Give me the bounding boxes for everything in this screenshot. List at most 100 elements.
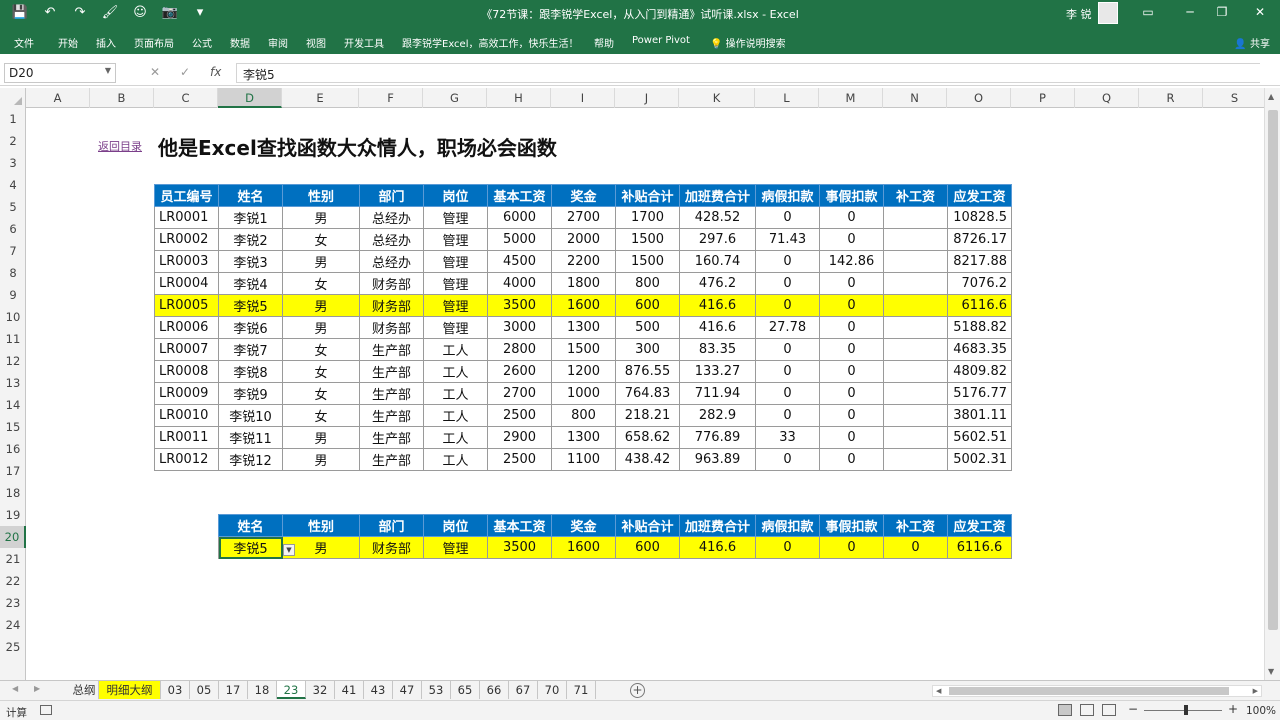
table-cell[interactable]: 男 (282, 448, 360, 471)
enter-icon[interactable]: ✓ (180, 65, 190, 79)
table-cell[interactable]: 0 (755, 360, 820, 383)
lookup-header-cell[interactable]: 补工资 (883, 514, 948, 537)
column-header-n[interactable]: N (883, 88, 947, 108)
table-cell[interactable]: 1500 (615, 250, 680, 273)
table-cell[interactable]: 0 (755, 294, 820, 317)
table-cell[interactable]: 2500 (487, 448, 552, 471)
table-cell[interactable]: LR0011 (154, 426, 219, 449)
table-cell[interactable]: 女 (282, 338, 360, 361)
table-cell[interactable]: LR0007 (154, 338, 219, 361)
page-layout-view-icon[interactable] (1080, 704, 1094, 716)
table-cell[interactable]: 工人 (423, 382, 488, 405)
row-header-15[interactable]: 15 (0, 416, 26, 438)
table-cell[interactable]: 2000 (551, 228, 616, 251)
table-cell[interactable]: 工人 (423, 360, 488, 383)
table-cell[interactable]: LR0009 (154, 382, 219, 405)
table-cell[interactable]: 500 (615, 316, 680, 339)
lookup-cell[interactable]: 0 (755, 536, 820, 559)
tab-data[interactable]: 数据 (230, 35, 250, 50)
table-cell[interactable]: 工人 (423, 404, 488, 427)
row-header-9[interactable]: 9 (0, 284, 26, 306)
table-cell[interactable]: 1500 (615, 228, 680, 251)
table-cell[interactable]: 李锐11 (218, 426, 283, 449)
table-cell[interactable]: LR0010 (154, 404, 219, 427)
table-cell[interactable]: 3801.11 (947, 404, 1012, 427)
table-cell[interactable]: 800 (551, 404, 616, 427)
table-cell[interactable]: 5000 (487, 228, 552, 251)
table-header-cell[interactable]: 性别 (282, 184, 360, 207)
table-cell[interactable]: 管理 (423, 294, 488, 317)
table-cell[interactable]: 416.6 (679, 316, 756, 339)
table-cell[interactable]: 0 (819, 206, 884, 229)
table-cell[interactable] (883, 228, 948, 251)
table-cell[interactable]: 生产部 (359, 404, 424, 427)
table-cell[interactable]: 总经办 (359, 206, 424, 229)
table-cell[interactable]: 女 (282, 382, 360, 405)
avatar[interactable] (1098, 2, 1118, 24)
table-cell[interactable]: 476.2 (679, 272, 756, 295)
table-cell[interactable] (883, 294, 948, 317)
table-cell[interactable]: 5002.31 (947, 448, 1012, 471)
back-to-index-link[interactable]: 返回目录 (98, 138, 142, 154)
tab-review[interactable]: 审阅 (268, 35, 288, 50)
table-cell[interactable]: 李锐4 (218, 272, 283, 295)
zoom-level[interactable]: 100% (1246, 705, 1276, 717)
row-header-16[interactable]: 16 (0, 438, 26, 460)
table-cell[interactable]: 李锐6 (218, 316, 283, 339)
table-cell[interactable]: 0 (819, 294, 884, 317)
table-cell[interactable]: 男 (282, 250, 360, 273)
column-header-i[interactable]: I (551, 88, 615, 108)
table-cell[interactable]: 女 (282, 228, 360, 251)
table-cell[interactable]: 6116.6 (947, 294, 1012, 317)
table-cell[interactable]: 2500 (487, 404, 552, 427)
table-cell[interactable]: 男 (282, 206, 360, 229)
table-cell[interactable]: 李锐2 (218, 228, 283, 251)
page-break-view-icon[interactable] (1102, 704, 1116, 716)
tell-me-search[interactable]: 💡 操作说明搜索 (710, 35, 786, 50)
name-box[interactable]: D20 ▼ (4, 63, 116, 83)
tab-formulas[interactable]: 公式 (192, 35, 212, 50)
table-cell[interactable]: 4000 (487, 272, 552, 295)
table-header-cell[interactable]: 病假扣款 (755, 184, 820, 207)
lookup-cell[interactable]: 6116.6 (947, 536, 1012, 559)
table-cell[interactable]: 2800 (487, 338, 552, 361)
table-cell[interactable]: 27.78 (755, 316, 820, 339)
formula-input[interactable]: 李锐5 (236, 63, 1260, 83)
row-header-23[interactable]: 23 (0, 592, 26, 614)
row-header-5[interactable]: 5 (0, 196, 26, 218)
tab-view[interactable]: 视图 (306, 35, 326, 50)
table-cell[interactable]: 142.86 (819, 250, 884, 273)
row-header-24[interactable]: 24 (0, 614, 26, 636)
lookup-header-cell[interactable]: 性别 (282, 514, 360, 537)
row-header-7[interactable]: 7 (0, 240, 26, 262)
table-cell[interactable]: 1500 (551, 338, 616, 361)
table-cell[interactable] (883, 404, 948, 427)
table-cell[interactable]: 工人 (423, 426, 488, 449)
column-header-e[interactable]: E (282, 88, 359, 108)
tab-home[interactable]: 开始 (58, 35, 78, 50)
lookup-header-cell[interactable]: 姓名 (218, 514, 283, 537)
scroll-up-icon[interactable]: ▲ (1268, 92, 1274, 101)
table-cell[interactable]: 李锐10 (218, 404, 283, 427)
table-header-cell[interactable]: 补贴合计 (615, 184, 680, 207)
table-header-cell[interactable]: 补工资 (883, 184, 948, 207)
table-cell[interactable]: 财务部 (359, 316, 424, 339)
table-cell[interactable]: 生产部 (359, 338, 424, 361)
table-cell[interactable]: 218.21 (615, 404, 680, 427)
table-cell[interactable]: 2700 (551, 206, 616, 229)
tab-scroll-left-icon[interactable]: ◀ (12, 684, 18, 693)
table-cell[interactable] (883, 448, 948, 471)
table-cell[interactable]: 5188.82 (947, 316, 1012, 339)
table-cell[interactable]: 7076.2 (947, 272, 1012, 295)
column-header-o[interactable]: O (947, 88, 1011, 108)
normal-view-icon[interactable] (1058, 704, 1072, 716)
table-cell[interactable]: 160.74 (679, 250, 756, 273)
tab-insert[interactable]: 插入 (96, 35, 116, 50)
insert-function-icon[interactable]: fx (210, 65, 221, 79)
row-header-11[interactable]: 11 (0, 328, 26, 350)
sheet-tab[interactable]: 66 (480, 681, 509, 699)
table-cell[interactable]: 0 (819, 338, 884, 361)
table-cell[interactable] (883, 206, 948, 229)
table-cell[interactable]: 李锐9 (218, 382, 283, 405)
table-cell[interactable]: LR0006 (154, 316, 219, 339)
